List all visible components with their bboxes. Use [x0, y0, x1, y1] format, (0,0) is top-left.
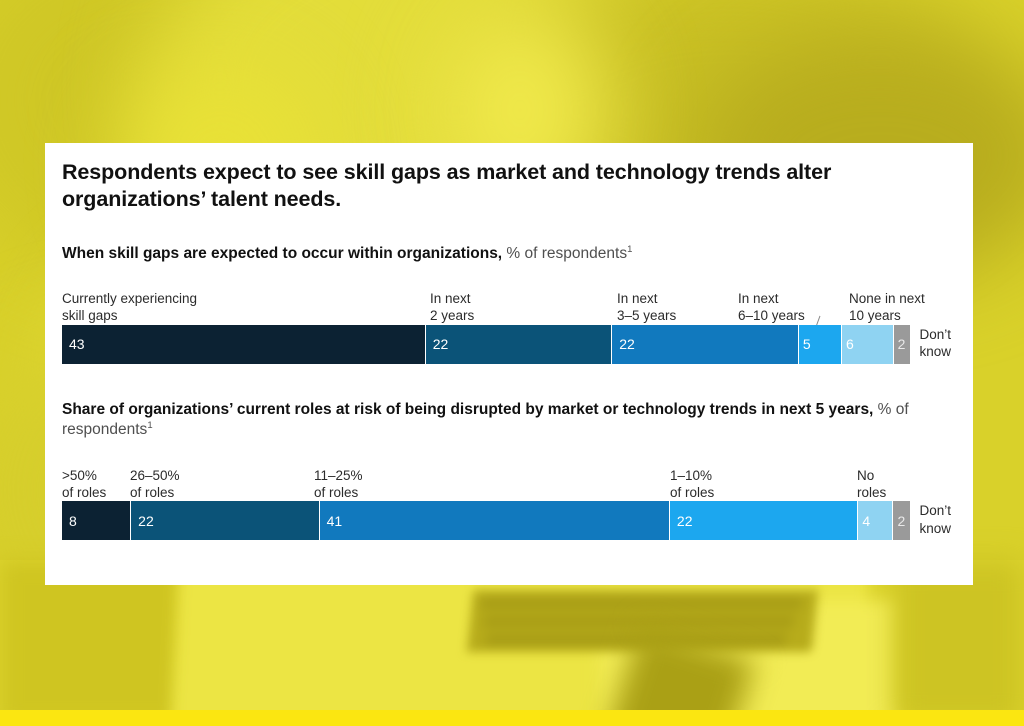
chart-2-dont-know-label: Don’t know [919, 503, 951, 536]
chart-2-label-2: 11–25% of roles [314, 467, 363, 500]
chart-1-label-0: Currently experiencing skill gaps [62, 291, 198, 324]
chart-2-segment-1[interactable]: 22 [131, 501, 320, 541]
chart-1-subhead-bold: When skill gaps are expected to occur wi… [62, 244, 503, 262]
chart-2-value-5: 2 [897, 512, 906, 529]
chart-2-bar-row: 8 22 41 22 4 2 Don’t know [62, 501, 951, 541]
chart-2-label-4: No roles [857, 467, 887, 500]
chart-1-footnote-marker: 1 [627, 243, 633, 255]
chart-2-segment-2[interactable]: 41 [319, 501, 670, 541]
chart-1-label-2: In next 3–5 years [617, 291, 677, 324]
chart-2-footnote-marker: 1 [147, 420, 153, 432]
chart-section-2: Share of organizations’ current roles at… [62, 400, 951, 541]
chart-1-label-4: None in next 10 years [849, 291, 925, 324]
keyboard-key-row [481, 598, 803, 609]
chart-2-subhead: Share of organizations’ current roles at… [62, 400, 942, 440]
chart-1-value-3: 5 [802, 336, 811, 353]
chart-1-value-4: 6 [846, 336, 854, 353]
chart-1-segment-0[interactable]: 43 [62, 324, 426, 364]
chart-1-value-5: 2 [897, 336, 906, 353]
chart-1-segment-1[interactable]: 22 [425, 324, 613, 364]
chart-2-value-0: 8 [69, 512, 77, 529]
chart-1-value-2: 22 [619, 336, 635, 353]
chart-1-subhead: When skill gaps are expected to occur wi… [62, 244, 942, 264]
chart-1-segment-dont-know[interactable]: 2 [893, 324, 911, 364]
bottom-accent-band [0, 710, 1024, 726]
chart-1-segment-2[interactable]: 22 [612, 324, 799, 364]
chart-2-segment-3[interactable]: 22 [669, 501, 859, 541]
chart-2-stacked-bar: 8 22 41 22 4 2 [62, 501, 911, 541]
exhibit-card: Respondents expect to see skill gaps as … [45, 143, 973, 585]
chart-section-1: When skill gaps are expected to occur wi… [62, 244, 951, 364]
keyboard-key-row [483, 616, 795, 627]
chart-2-segment-0[interactable]: 8 [62, 501, 132, 541]
chart-2-label-1: 26–50% of roles [130, 467, 180, 500]
chart-1-label-3: In next 6–10 years [738, 291, 805, 324]
chart-1-category-labels: Currently experiencing skill gaps In nex… [62, 278, 951, 332]
chart-1-segment-3[interactable]: 5 [798, 324, 842, 364]
chart-1-bar-row: 43 22 22 5 6 2 Don’t know [62, 324, 951, 364]
chart-2-subhead-bold: Share of organizations’ current roles at… [62, 400, 874, 418]
chart-2-value-3: 22 [676, 512, 693, 529]
chart-2-category-labels: >50% of roles 26–50% of roles 11–25% of … [62, 454, 951, 501]
chart-2-segment-4[interactable]: 4 [858, 501, 894, 541]
chart-1-stacked-bar: 43 22 22 5 6 2 [62, 324, 911, 364]
chart-1-segment-4[interactable]: 6 [842, 324, 894, 364]
chart-1-label-1: In next 2 years [430, 291, 475, 324]
chart-1-dont-know-label: Don’t know [919, 326, 951, 360]
page-title: Respondents expect to see skill gaps as … [62, 160, 832, 212]
chart-2-label-3: 1–10% of roles [670, 467, 715, 500]
chart-1-value-0: 43 [69, 336, 85, 353]
chart-2-value-4: 4 [862, 512, 871, 529]
chart-2-segment-dont-know[interactable]: 2 [893, 501, 911, 541]
chart-1-value-1: 22 [432, 336, 449, 353]
chart-2-value-1: 22 [138, 512, 154, 529]
chart-2-label-0: >50% of roles [62, 467, 107, 500]
chart-1-subhead-unit: % of respondents [502, 244, 628, 262]
chart-2-value-2: 41 [326, 512, 343, 529]
